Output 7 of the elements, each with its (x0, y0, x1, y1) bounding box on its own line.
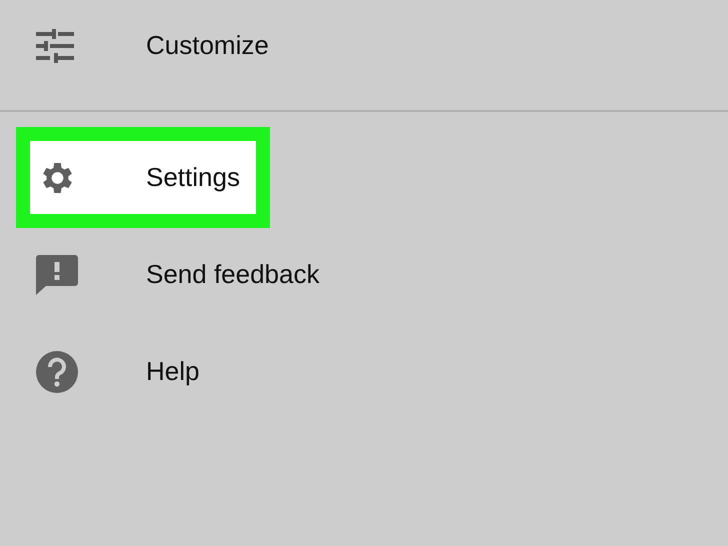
menu-item[interactable]: Customize (146, 26, 269, 65)
menu-item[interactable]: Send feedback (146, 255, 320, 294)
feedback-icon (36, 254, 78, 294)
menu-item[interactable]: Settings (146, 158, 240, 197)
help-icon (36, 350, 78, 392)
menu-item[interactable]: Help (146, 352, 200, 391)
sliders-icon (36, 28, 74, 62)
